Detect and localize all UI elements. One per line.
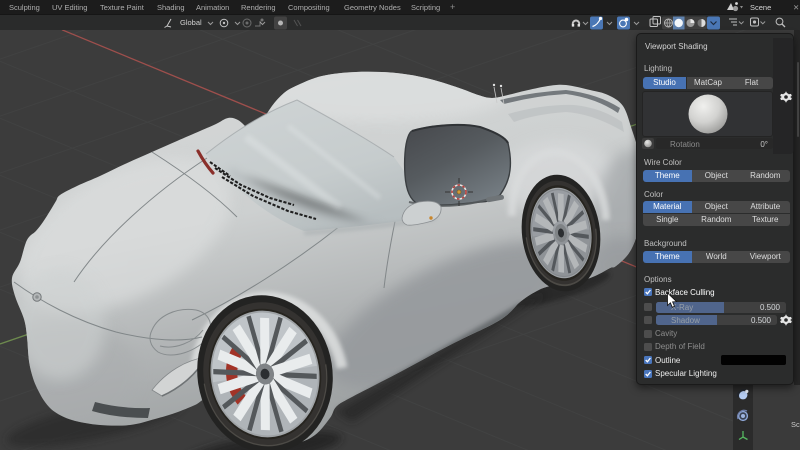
svg-text:Sc: Sc: [791, 420, 800, 429]
